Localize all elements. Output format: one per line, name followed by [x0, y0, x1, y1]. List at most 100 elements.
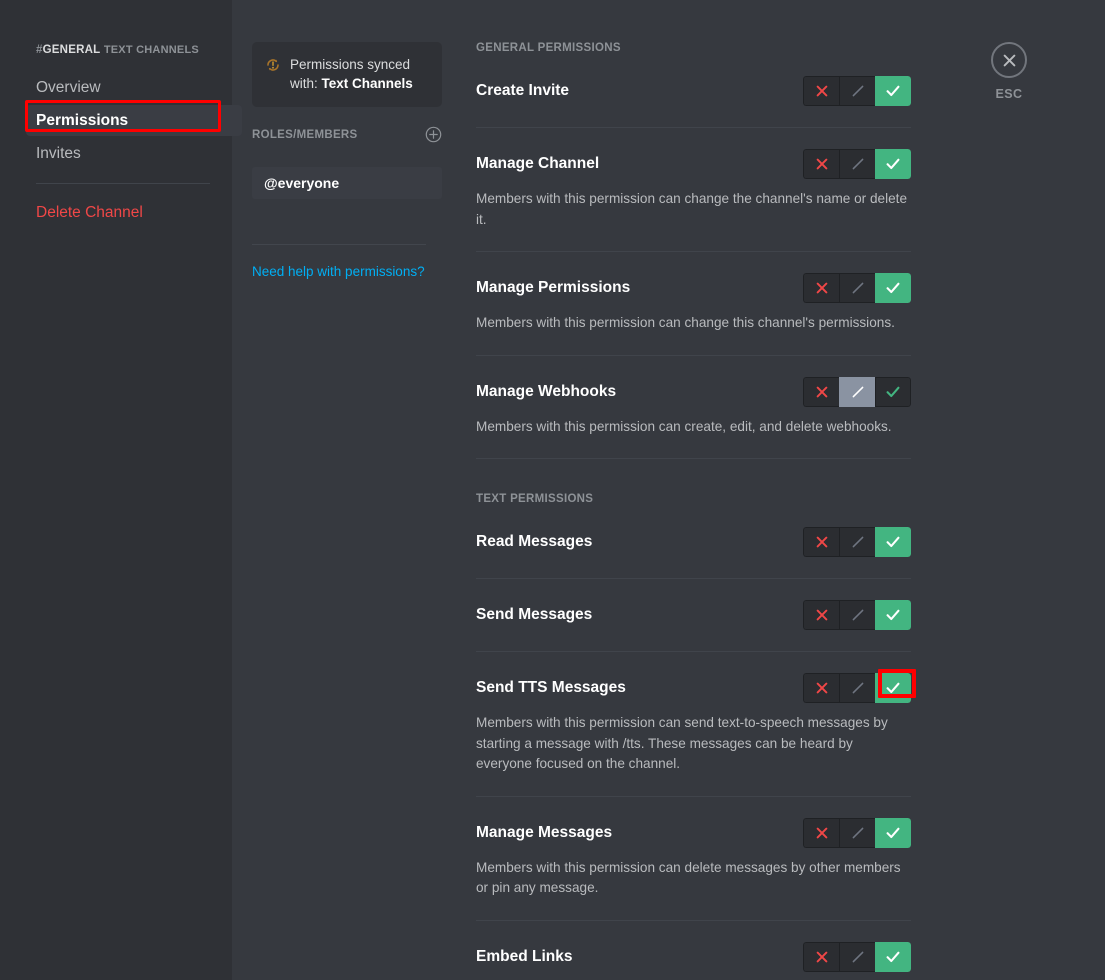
- sync-warning-icon: [265, 57, 281, 73]
- permission-row-header: Manage Webhooks: [476, 376, 911, 407]
- permission-toggle-group[interactable]: [803, 673, 911, 703]
- permission-row-divider: [476, 651, 911, 652]
- permission-title: Read Messages: [476, 533, 593, 550]
- permission-row: Manage Messages Members with this permiss…: [476, 817, 911, 899]
- permission-row-header: Embed Links: [476, 941, 911, 972]
- permission-title: Manage Messages: [476, 823, 613, 841]
- roles-members-pane: Permissions synced with: Text Channels R…: [232, 0, 468, 980]
- delete-channel-button[interactable]: Delete Channel: [26, 197, 242, 228]
- permission-deny-button[interactable]: [803, 149, 839, 179]
- permission-description: Members with this permission can change …: [476, 315, 895, 330]
- permission-row-header: Manage Permissions: [476, 273, 911, 303]
- permission-allow-button[interactable]: [875, 527, 911, 557]
- permission-deny-button[interactable]: [803, 376, 839, 407]
- permission-allow-button[interactable]: [875, 376, 911, 407]
- permission-neutral-button[interactable]: [839, 673, 875, 703]
- permission-row-divider: [476, 578, 911, 579]
- permission-row: Send Messages: [476, 600, 911, 630]
- permission-allow-button[interactable]: [875, 76, 911, 106]
- sidebar-item-overview[interactable]: Overview: [26, 72, 242, 103]
- permission-toggle-group[interactable]: [803, 527, 911, 557]
- permission-toggle-group[interactable]: [803, 149, 911, 179]
- permission-description: Members with this permission can change …: [476, 191, 908, 227]
- permission-row: Read Messages: [476, 527, 911, 557]
- permission-row-header: Send Messages: [476, 600, 911, 630]
- role-item-label: @everyone: [264, 175, 340, 191]
- permission-row-header: Create Invite: [476, 76, 911, 106]
- permission-allow-button[interactable]: [875, 273, 911, 303]
- permission-row-divider: [476, 251, 911, 252]
- permission-description: Members with this permission can send te…: [476, 715, 888, 771]
- permission-deny-button[interactable]: [803, 600, 839, 630]
- need-help-with-permissions-link[interactable]: Need help with permissions?: [252, 264, 425, 279]
- permission-row-divider: [476, 127, 911, 128]
- roles-pane-divider: [252, 244, 426, 245]
- permission-row: Send TTS Messages Members with this permi…: [476, 669, 916, 775]
- sidebar-item-permissions[interactable]: Permissions: [26, 105, 242, 136]
- permission-description: Members with this permission can create,…: [476, 418, 892, 434]
- sidebar-channel-name: GENERAL: [42, 44, 101, 56]
- permission-allow-button[interactable]: [875, 600, 911, 630]
- permission-description: Members with this permission can delete …: [476, 859, 901, 896]
- permission-allow-button[interactable]: [875, 941, 911, 972]
- permission-allow-button[interactable]: [875, 149, 911, 179]
- permissions-main-panel: GENERAL PERMISSIONS Create Invite Manage C…: [468, 0, 1105, 980]
- permission-neutral-button[interactable]: [839, 273, 875, 303]
- close-x-icon[interactable]: [991, 42, 1027, 78]
- permission-row: Create Invite: [476, 76, 911, 106]
- sidebar-channel-kind: TEXT CHANNELS: [103, 44, 199, 56]
- sidebar-divider: [36, 183, 210, 184]
- permission-neutral-button[interactable]: [839, 941, 875, 972]
- permission-neutral-button[interactable]: [839, 376, 875, 407]
- permission-neutral-button[interactable]: [839, 76, 875, 106]
- plus-circle-icon[interactable]: [425, 126, 442, 143]
- sidebar-channel-header: #GENERAL TEXT CHANNELS: [36, 42, 232, 58]
- permission-row-divider: [476, 919, 911, 921]
- sidebar-item-invites[interactable]: Invites: [26, 138, 242, 169]
- permission-title: Create Invite: [476, 82, 570, 99]
- permission-deny-button[interactable]: [803, 817, 839, 848]
- permissions-list: GENERAL PERMISSIONS Create Invite Manage C…: [476, 42, 916, 980]
- permission-title: Send Messages: [476, 606, 593, 623]
- hash-icon: #: [36, 44, 43, 56]
- roles-members-label: ROLES/MEMBERS: [252, 128, 358, 141]
- permissions-synced-text: Permissions synced with: Text Channels: [290, 55, 428, 93]
- permission-row: Embed Links: [476, 941, 911, 972]
- permission-neutral-button[interactable]: [839, 149, 875, 179]
- permission-row-header: Manage Messages: [476, 817, 911, 848]
- permission-toggle-group[interactable]: [803, 376, 911, 407]
- channel-settings-window: #GENERAL TEXT CHANNELS Overview Permissi…: [0, 0, 1105, 980]
- permission-neutral-button[interactable]: [839, 527, 875, 557]
- permissions-section-label: TEXT PERMISSIONS: [476, 493, 594, 505]
- permission-deny-button[interactable]: [803, 76, 839, 106]
- settings-sidebar: #GENERAL TEXT CHANNELS Overview Permissi…: [0, 0, 242, 980]
- permission-row: Manage Webhooks Members with this permiss…: [476, 376, 911, 438]
- permission-deny-button[interactable]: [803, 941, 839, 972]
- permission-toggle-group[interactable]: [803, 76, 911, 106]
- permission-allow-button[interactable]: [875, 673, 911, 703]
- permission-toggle-group[interactable]: [803, 941, 911, 972]
- permissions-section-label: GENERAL PERMISSIONS: [476, 42, 621, 54]
- esc-label: ESC: [995, 87, 1023, 101]
- permission-title: Manage Webhooks: [476, 382, 617, 400]
- permission-allow-button[interactable]: [875, 817, 911, 848]
- permission-row-header: Read Messages: [476, 527, 911, 557]
- permission-row-divider: [476, 458, 911, 459]
- roles-members-header: ROLES/MEMBERS: [252, 126, 442, 143]
- permission-deny-button[interactable]: [803, 527, 839, 557]
- permission-toggle-group[interactable]: [803, 273, 911, 303]
- permission-deny-button[interactable]: [803, 273, 839, 303]
- permission-row-divider: [476, 354, 911, 356]
- permission-row: Manage Channel Members with this permissi…: [476, 149, 911, 230]
- permission-neutral-button[interactable]: [839, 600, 875, 630]
- role-item-everyone[interactable]: @everyone: [252, 167, 442, 199]
- permission-toggle-group[interactable]: [803, 600, 911, 630]
- permission-row-divider: [476, 795, 911, 797]
- close-settings-button[interactable]: ESC: [984, 42, 1034, 101]
- permission-neutral-button[interactable]: [839, 817, 875, 848]
- permission-title: Manage Permissions: [476, 279, 631, 296]
- permission-deny-button[interactable]: [803, 673, 839, 703]
- permission-row-header: Manage Channel: [476, 149, 911, 179]
- permission-toggle-group[interactable]: [803, 817, 911, 848]
- permission-row: Manage Permissions Members with this perm…: [476, 273, 911, 334]
